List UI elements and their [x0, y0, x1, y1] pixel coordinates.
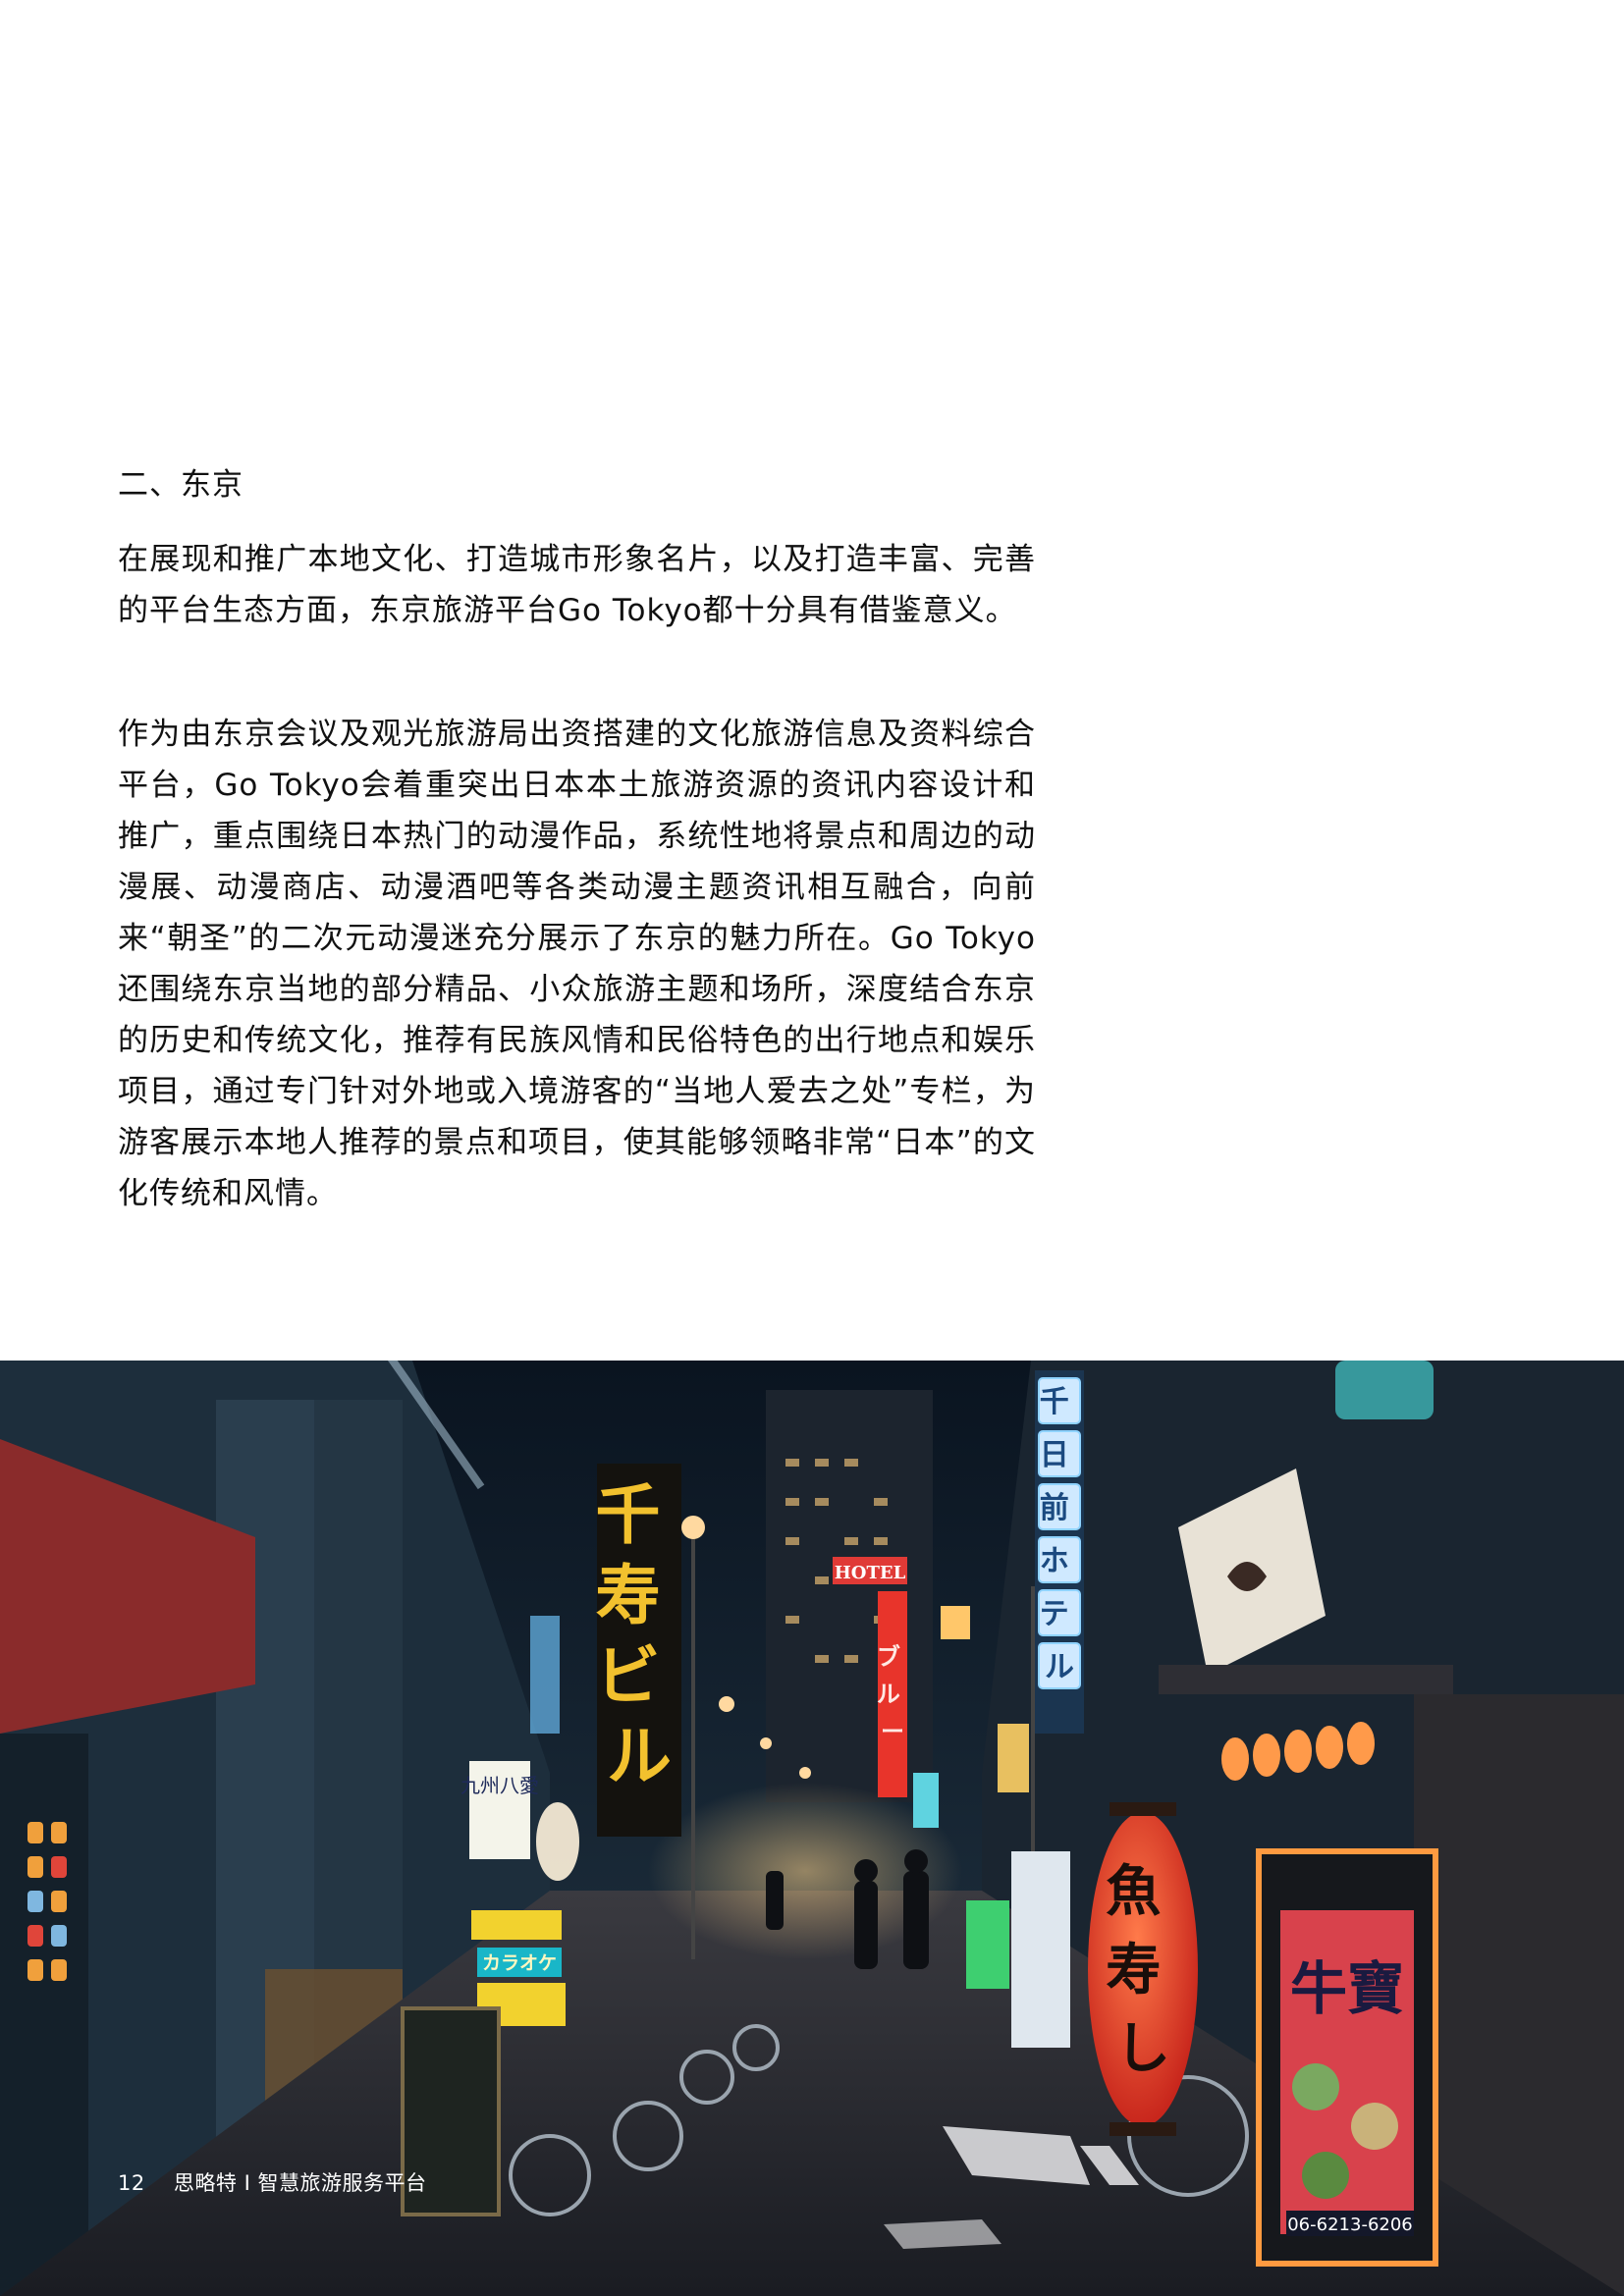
svg-text:魚 寿 し: 魚 寿 し: [1106, 1859, 1180, 2081]
paragraph-intro: 在展现和推广本地文化、打造城市形象名片，以及打造丰富、完善的平台生态方面，东京旅…: [118, 542, 1036, 628]
karaoke-sign-text: カラオケ: [482, 1952, 557, 1974]
sign-glyph: ー: [881, 1718, 904, 1745]
sign-glyph: ル: [607, 1719, 672, 1794]
sign-glyph: 寿: [1106, 1938, 1161, 2002]
section-heading: 二、东京: [118, 467, 244, 503]
sign-glyph: ホ: [1040, 1544, 1069, 1578]
sign-glyph: し: [1115, 2016, 1170, 2081]
sign-glyph: ビ: [596, 1638, 661, 1714]
street-scene-illustration: 千 寿 ビ ル HOTEL ブ ル ー 千 日 前 ホ テ ル 九州八愛 カラオ…: [0, 1361, 1624, 2296]
distant-building: [766, 1390, 933, 1802]
sign-glyph: 寿: [596, 1558, 661, 1633]
right-standing-sign: 牛寶 06-6213-6206: [1256, 1848, 1438, 2267]
sign-glyph: 魚: [1106, 1859, 1161, 1924]
paragraph-go-tokyo: 作为由东京会议及观光旅游局出资搭建的文化旅游信息及资料综合平台，Go Tokyo…: [118, 717, 1036, 1211]
sign-glyph: 千: [596, 1477, 661, 1553]
sign-glyph: 千: [1040, 1385, 1069, 1419]
page-number: 12: [118, 2171, 145, 2195]
footer-text: 思略特 I 智慧旅游服务平台: [173, 2171, 427, 2195]
menu-board: [1011, 1851, 1070, 2048]
tokyo-night-street-photo: 千 寿 ビ ル HOTEL ブ ル ー 千 日 前 ホ テ ル 九州八愛 カラオ…: [0, 1361, 1624, 2296]
sign-glyph: 前: [1040, 1491, 1069, 1525]
sign-glyph: 日: [1040, 1438, 1069, 1472]
board-title: 牛寶: [1290, 1955, 1404, 2022]
sign-glyph: ル: [1045, 1650, 1074, 1684]
sign-glyph: ル: [877, 1681, 900, 1708]
sign-glyph: ブ: [877, 1643, 900, 1671]
board-phone: 06-6213-6206: [1287, 2215, 1413, 2235]
big-yellow-sign: 千 寿 ビ ル: [596, 1464, 681, 1837]
svg-text:ブ ル ー: ブ ル ー: [877, 1643, 908, 1745]
hotel-sign-text: HOTEL: [835, 1563, 906, 1583]
page-footer: 12 思略特 I 智慧旅游服务平台: [118, 2169, 426, 2197]
sign-glyph: テ: [1040, 1597, 1069, 1631]
blue-vertical-sign: 千 日 前 ホ テ ル: [1035, 1370, 1084, 1734]
small-sign-text: 九州八愛: [460, 1774, 539, 1797]
